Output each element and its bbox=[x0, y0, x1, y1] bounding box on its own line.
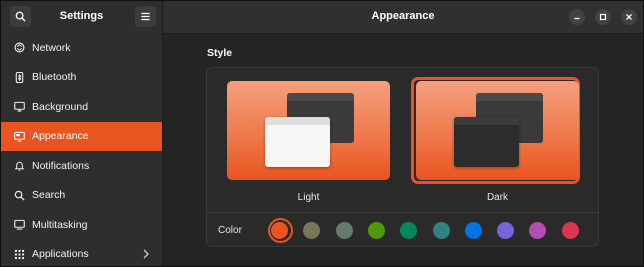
color-label: Color bbox=[218, 225, 242, 236]
style-option-light[interactable] bbox=[227, 81, 390, 180]
maximize-button[interactable] bbox=[595, 9, 611, 25]
style-selector: Light Dark bbox=[207, 68, 598, 213]
color-swatch[interactable] bbox=[497, 222, 515, 239]
sidebar-header: Settings bbox=[1, 1, 162, 33]
sidebar-item-label: Multitasking bbox=[32, 218, 88, 231]
search-icon bbox=[13, 189, 25, 201]
color-swatch[interactable] bbox=[271, 222, 288, 239]
main-header: Appearance bbox=[163, 1, 643, 34]
sidebar-item-multitasking[interactable]: Multitasking bbox=[1, 210, 162, 240]
preview-window-bar bbox=[476, 93, 543, 101]
preview-window-bar bbox=[287, 93, 354, 101]
style-option-light-label: Light bbox=[297, 192, 320, 203]
color-swatch[interactable] bbox=[464, 222, 482, 239]
settings-window: Settings Network Bluetooth Background Ap… bbox=[0, 0, 644, 267]
style-option-dark-label: Dark bbox=[486, 192, 509, 203]
preview-window-bar bbox=[454, 117, 519, 125]
style-section-title: Style bbox=[207, 47, 233, 59]
grid-icon bbox=[13, 248, 25, 260]
color-swatch[interactable] bbox=[432, 222, 450, 239]
display-icon bbox=[13, 101, 25, 113]
preview-window-front bbox=[265, 117, 330, 167]
sidebar-item-background[interactable]: Background bbox=[1, 92, 162, 122]
color-swatch[interactable] bbox=[303, 222, 321, 239]
color-swatch[interactable] bbox=[529, 222, 547, 239]
minimize-icon bbox=[574, 17, 580, 20]
network-icon bbox=[13, 42, 25, 54]
menu-button[interactable] bbox=[135, 6, 156, 27]
sidebar-list: Network Bluetooth Background Appearance … bbox=[1, 33, 162, 267]
close-icon bbox=[626, 14, 632, 20]
bluetooth-icon bbox=[13, 71, 25, 83]
sidebar-item-label: Applications bbox=[32, 248, 89, 261]
multitasking-icon bbox=[13, 219, 25, 231]
sidebar: Settings Network Bluetooth Background Ap… bbox=[1, 1, 163, 266]
preview-window-front bbox=[454, 117, 519, 167]
color-swatch[interactable] bbox=[335, 222, 353, 239]
sidebar-item-label: Appearance bbox=[32, 130, 89, 143]
color-swatch[interactable] bbox=[400, 222, 418, 239]
sidebar-item-search[interactable]: Search bbox=[1, 181, 162, 211]
sidebar-item-bluetooth[interactable]: Bluetooth bbox=[1, 63, 162, 93]
close-button[interactable] bbox=[621, 9, 637, 25]
sidebar-item-appearance[interactable]: Appearance bbox=[1, 121, 162, 151]
sidebar-item-label: Background bbox=[32, 100, 89, 113]
minimize-button[interactable] bbox=[569, 9, 585, 25]
sidebar-item-network[interactable]: Network bbox=[1, 33, 162, 63]
sidebar-item-label: Notifications bbox=[32, 159, 90, 172]
bell-icon bbox=[13, 160, 25, 172]
sidebar-item-label: Search bbox=[32, 189, 66, 202]
maximize-icon bbox=[599, 13, 607, 21]
sidebar-item-label: Bluetooth bbox=[32, 71, 77, 84]
chevron-right-icon bbox=[143, 249, 149, 258]
hamburger-menu-icon bbox=[141, 12, 150, 21]
sidebar-item-label: Network bbox=[32, 41, 71, 54]
color-swatch[interactable] bbox=[367, 222, 385, 239]
color-swatch[interactable] bbox=[561, 222, 579, 239]
preview-window-bar bbox=[265, 117, 330, 125]
accent-color-row: Color bbox=[207, 213, 598, 246]
sidebar-item-notifications[interactable]: Notifications bbox=[1, 151, 162, 181]
sidebar-item-applications[interactable]: Applications bbox=[1, 240, 162, 267]
appearance-icon bbox=[13, 130, 25, 142]
appearance-panel: Light Dark Color bbox=[206, 67, 599, 247]
style-option-dark[interactable] bbox=[416, 81, 579, 180]
